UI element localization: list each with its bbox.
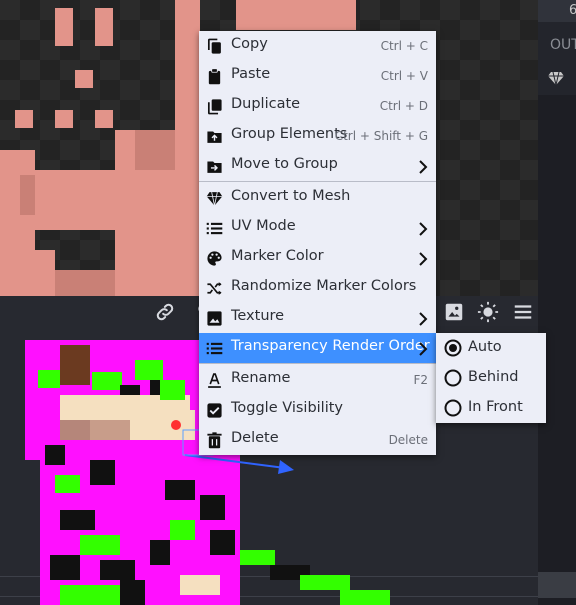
texture-pixel (135, 130, 175, 170)
image-icon (206, 310, 223, 327)
menu-item-delete[interactable]: Delete Delete (199, 425, 436, 455)
paste-icon (206, 68, 223, 85)
scrollbar[interactable] (538, 572, 576, 598)
palette-icon (206, 250, 223, 267)
rename-icon (206, 372, 223, 389)
menu-item-rename[interactable]: Rename F2 (199, 365, 436, 395)
submenu-option-behind[interactable]: Behind (436, 363, 546, 393)
radio-checked-icon (444, 339, 462, 357)
submenu-option-in-front[interactable]: In Front (436, 393, 546, 423)
transparency-render-order-submenu: Auto Behind In Front (436, 333, 546, 423)
menu-icon[interactable] (512, 301, 534, 323)
menu-item-copy[interactable]: Copy Ctrl + C (199, 31, 436, 61)
texture-pixel (55, 8, 73, 46)
texture-pixel (55, 270, 115, 296)
duplicate-icon (206, 98, 223, 115)
link-icon[interactable] (154, 301, 176, 323)
chevron-right-icon (418, 221, 428, 236)
texture-pixel (175, 0, 200, 130)
checkbox-icon (206, 402, 223, 419)
panel-value: 6 (569, 3, 576, 18)
radio-unchecked-icon (444, 369, 462, 387)
menu-item-transparency-render-order[interactable]: Transparency Render Order (199, 333, 436, 363)
chevron-right-icon (418, 251, 428, 266)
texture-pixel (55, 110, 73, 128)
sun-icon[interactable] (477, 301, 499, 323)
gem-icon (206, 190, 223, 207)
chevron-right-icon (418, 159, 428, 174)
menu-separator (199, 181, 436, 182)
radio-unchecked-icon (444, 399, 462, 417)
copy-icon (206, 38, 223, 55)
submenu-option-auto[interactable]: Auto (436, 333, 546, 363)
move-to-group-icon (206, 158, 223, 175)
menu-item-uv-mode[interactable]: UV Mode (199, 213, 436, 243)
menu-item-randomize-marker-colors[interactable]: Randomize Marker Colors (199, 273, 436, 303)
texture-pixel (35, 170, 115, 230)
chevron-right-icon (418, 311, 428, 326)
texture-pixel (95, 110, 113, 128)
menu-item-paste[interactable]: Paste Ctrl + V (199, 61, 436, 91)
texture-pixel (236, 0, 356, 30)
gem-icon (548, 70, 564, 86)
texture-pixel (35, 250, 55, 296)
texture-pixel (75, 70, 93, 88)
shuffle-icon (206, 280, 223, 297)
group-icon (206, 128, 223, 145)
list-icon (206, 340, 223, 357)
texture-pixel (0, 150, 35, 296)
output-label: OUT (550, 37, 576, 53)
menu-item-duplicate[interactable]: Duplicate Ctrl + D (199, 91, 436, 121)
context-menu: Copy Ctrl + C Paste Ctrl + V Duplicate C… (199, 31, 436, 455)
chevron-right-icon (418, 341, 428, 356)
texture-pixel (15, 110, 33, 128)
list-icon (206, 220, 223, 237)
element-panel: 6 OUT (538, 0, 576, 95)
menu-item-convert-to-mesh[interactable]: Convert to Mesh (199, 183, 436, 213)
menu-item-texture[interactable]: Texture (199, 303, 436, 333)
menu-item-group-elements[interactable]: Group Elements Ctrl + Shift + G (199, 121, 436, 151)
menu-item-toggle-visibility[interactable]: Toggle Visibility (199, 395, 436, 425)
menu-separator (199, 363, 436, 364)
menu-item-move-to-group[interactable]: Move to Group (199, 151, 436, 181)
image-icon[interactable] (443, 301, 465, 323)
trash-icon (206, 432, 223, 449)
texture-pixel (95, 8, 113, 46)
menu-item-marker-color[interactable]: Marker Color (199, 243, 436, 273)
